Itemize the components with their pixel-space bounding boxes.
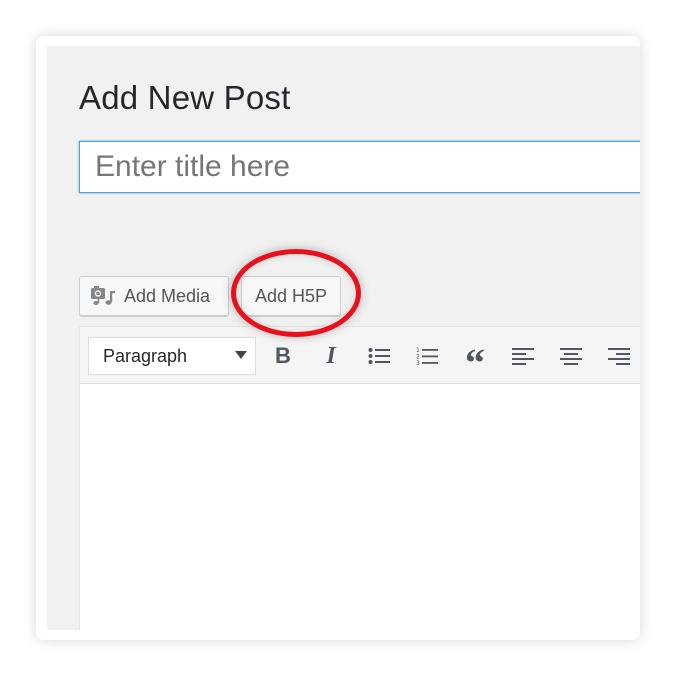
editor-toolbar: Paragraph B I 1 2 3 “ [80,327,640,384]
post-title-input[interactable] [79,141,640,193]
format-select[interactable]: Paragraph [88,337,256,375]
wp-admin-screen: Add New Post Add Media Add H5P [47,46,640,630]
align-center-icon[interactable] [554,339,588,373]
bold-icon[interactable]: B [266,339,300,373]
screenshot-frame: Add New Post Add Media Add H5P [36,36,640,640]
add-media-button[interactable]: Add Media [79,276,229,316]
add-h5p-button[interactable]: Add H5P [241,276,341,316]
camera-music-icon [90,285,116,307]
bullet-list-icon[interactable] [362,339,396,373]
svg-text:3: 3 [416,360,420,366]
align-right-icon[interactable] [602,339,636,373]
editor-content-area[interactable] [80,384,640,630]
numbered-list-icon[interactable]: 1 2 3 [410,339,444,373]
post-editor: Paragraph B I 1 2 3 “ [79,326,640,630]
page-title: Add New Post [79,79,291,116]
add-h5p-label: Add H5P [254,285,328,306]
italic-icon[interactable]: I [314,339,348,373]
format-select-value: Paragraph [103,345,188,366]
align-left-icon[interactable] [506,339,540,373]
add-media-label: Add Media [124,285,211,306]
blockquote-icon[interactable]: “ [458,339,492,383]
dropdown-arrow-icon [235,351,247,359]
